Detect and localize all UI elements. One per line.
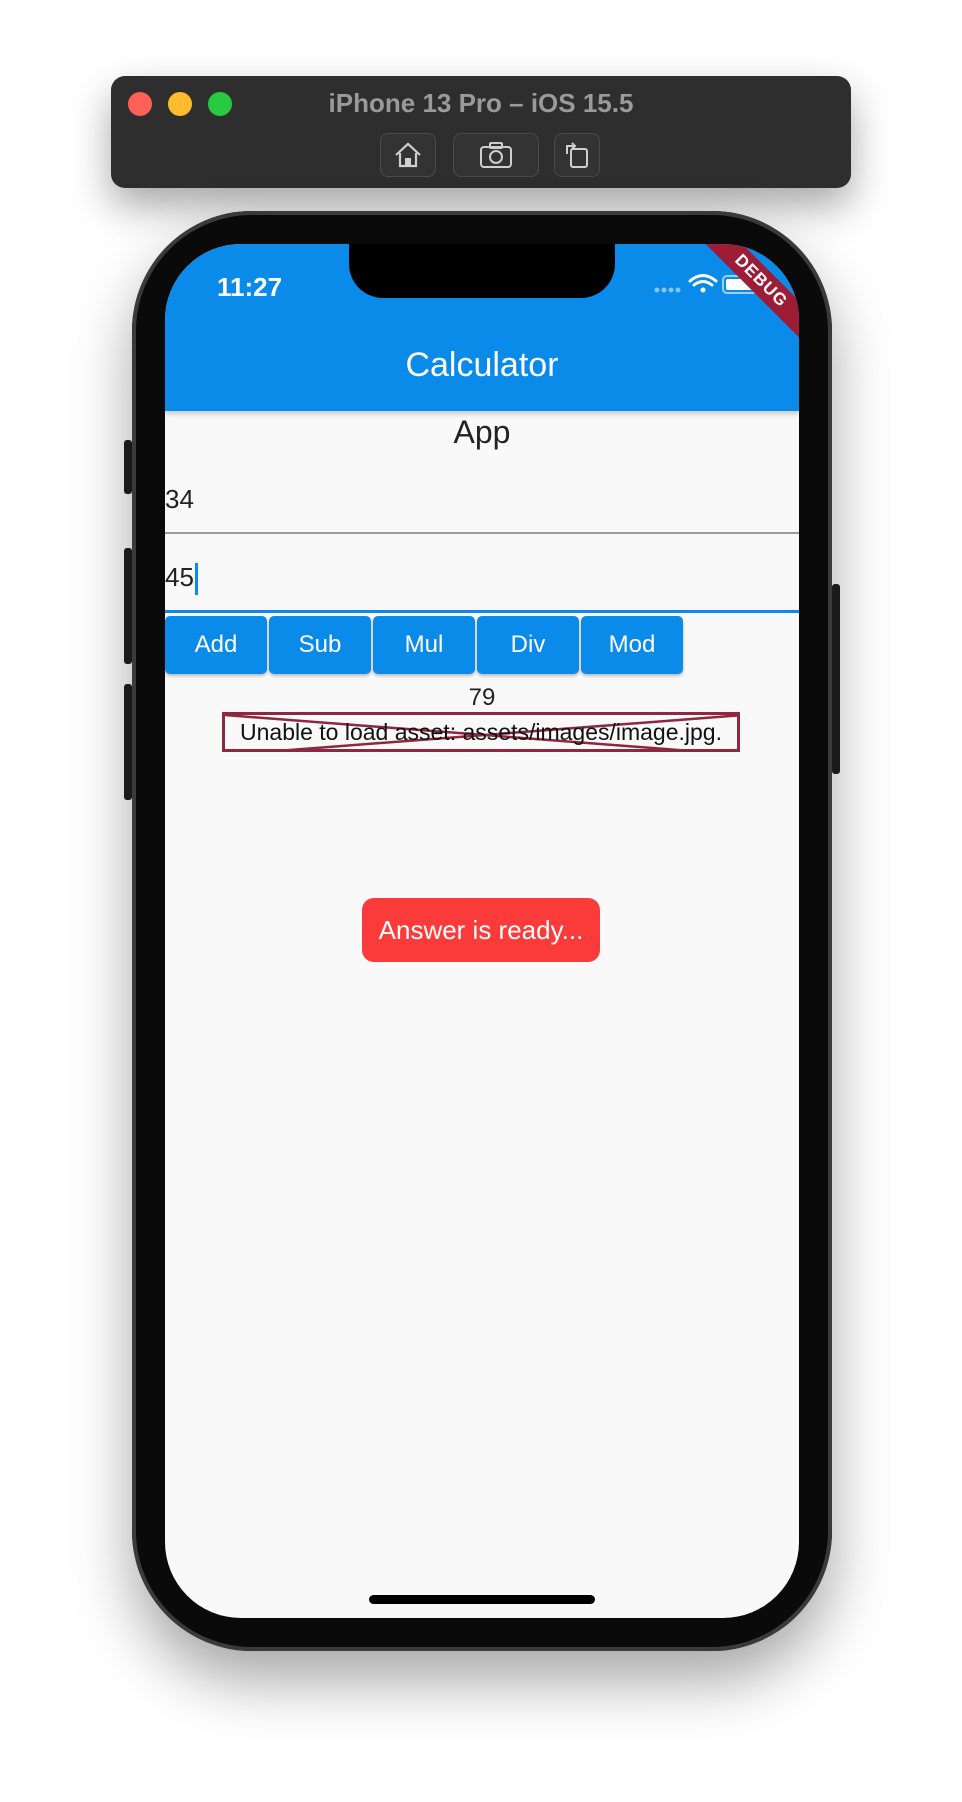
rotate-button[interactable]	[554, 133, 600, 177]
mute-switch	[124, 440, 132, 494]
image-error-placeholder: Unable to load asset: assets/images/imag…	[222, 712, 740, 752]
mul-button[interactable]: Mul	[373, 616, 475, 674]
toast-message: Answer is ready...	[362, 898, 600, 962]
volume-down-button	[124, 684, 132, 800]
text-cursor	[194, 563, 198, 596]
image-error-message: Unable to load asset: assets/images/imag…	[240, 718, 722, 745]
screenshot-icon	[480, 142, 512, 168]
signal-icon	[654, 287, 681, 293]
result-text: 79	[468, 684, 496, 711]
second-number-input[interactable]: 45	[165, 542, 799, 613]
power-button	[832, 584, 840, 774]
screenshot-button[interactable]	[453, 133, 539, 177]
home-icon	[395, 142, 421, 168]
mod-button[interactable]: Mod	[581, 616, 683, 674]
home-indicator[interactable]	[369, 1595, 595, 1604]
first-number-input[interactable]: 34	[165, 464, 799, 534]
section-heading: App	[453, 414, 511, 450]
simulator-toolbar: iPhone 13 Pro – iOS 15.5	[111, 76, 851, 188]
notch	[349, 244, 615, 298]
page-title: Calculator	[405, 346, 559, 384]
simulator-title: iPhone 13 Pro – iOS 15.5	[328, 88, 634, 118]
device-screen: 11:27 DEBUG Calculator App 34 45 Add Sub…	[165, 244, 799, 1618]
sub-button[interactable]: Sub	[269, 616, 371, 674]
operation-buttons: Add Sub Mul Div Mod	[165, 616, 683, 674]
home-button[interactable]	[380, 133, 436, 177]
volume-up-button	[124, 548, 132, 664]
first-number-value: 34	[165, 484, 194, 514]
second-number-value: 45	[165, 562, 194, 592]
div-button[interactable]: Div	[477, 616, 579, 674]
add-button[interactable]: Add	[165, 616, 267, 674]
status-time: 11:27	[217, 272, 283, 302]
wifi-icon	[688, 274, 718, 293]
rotate-icon	[566, 142, 588, 168]
